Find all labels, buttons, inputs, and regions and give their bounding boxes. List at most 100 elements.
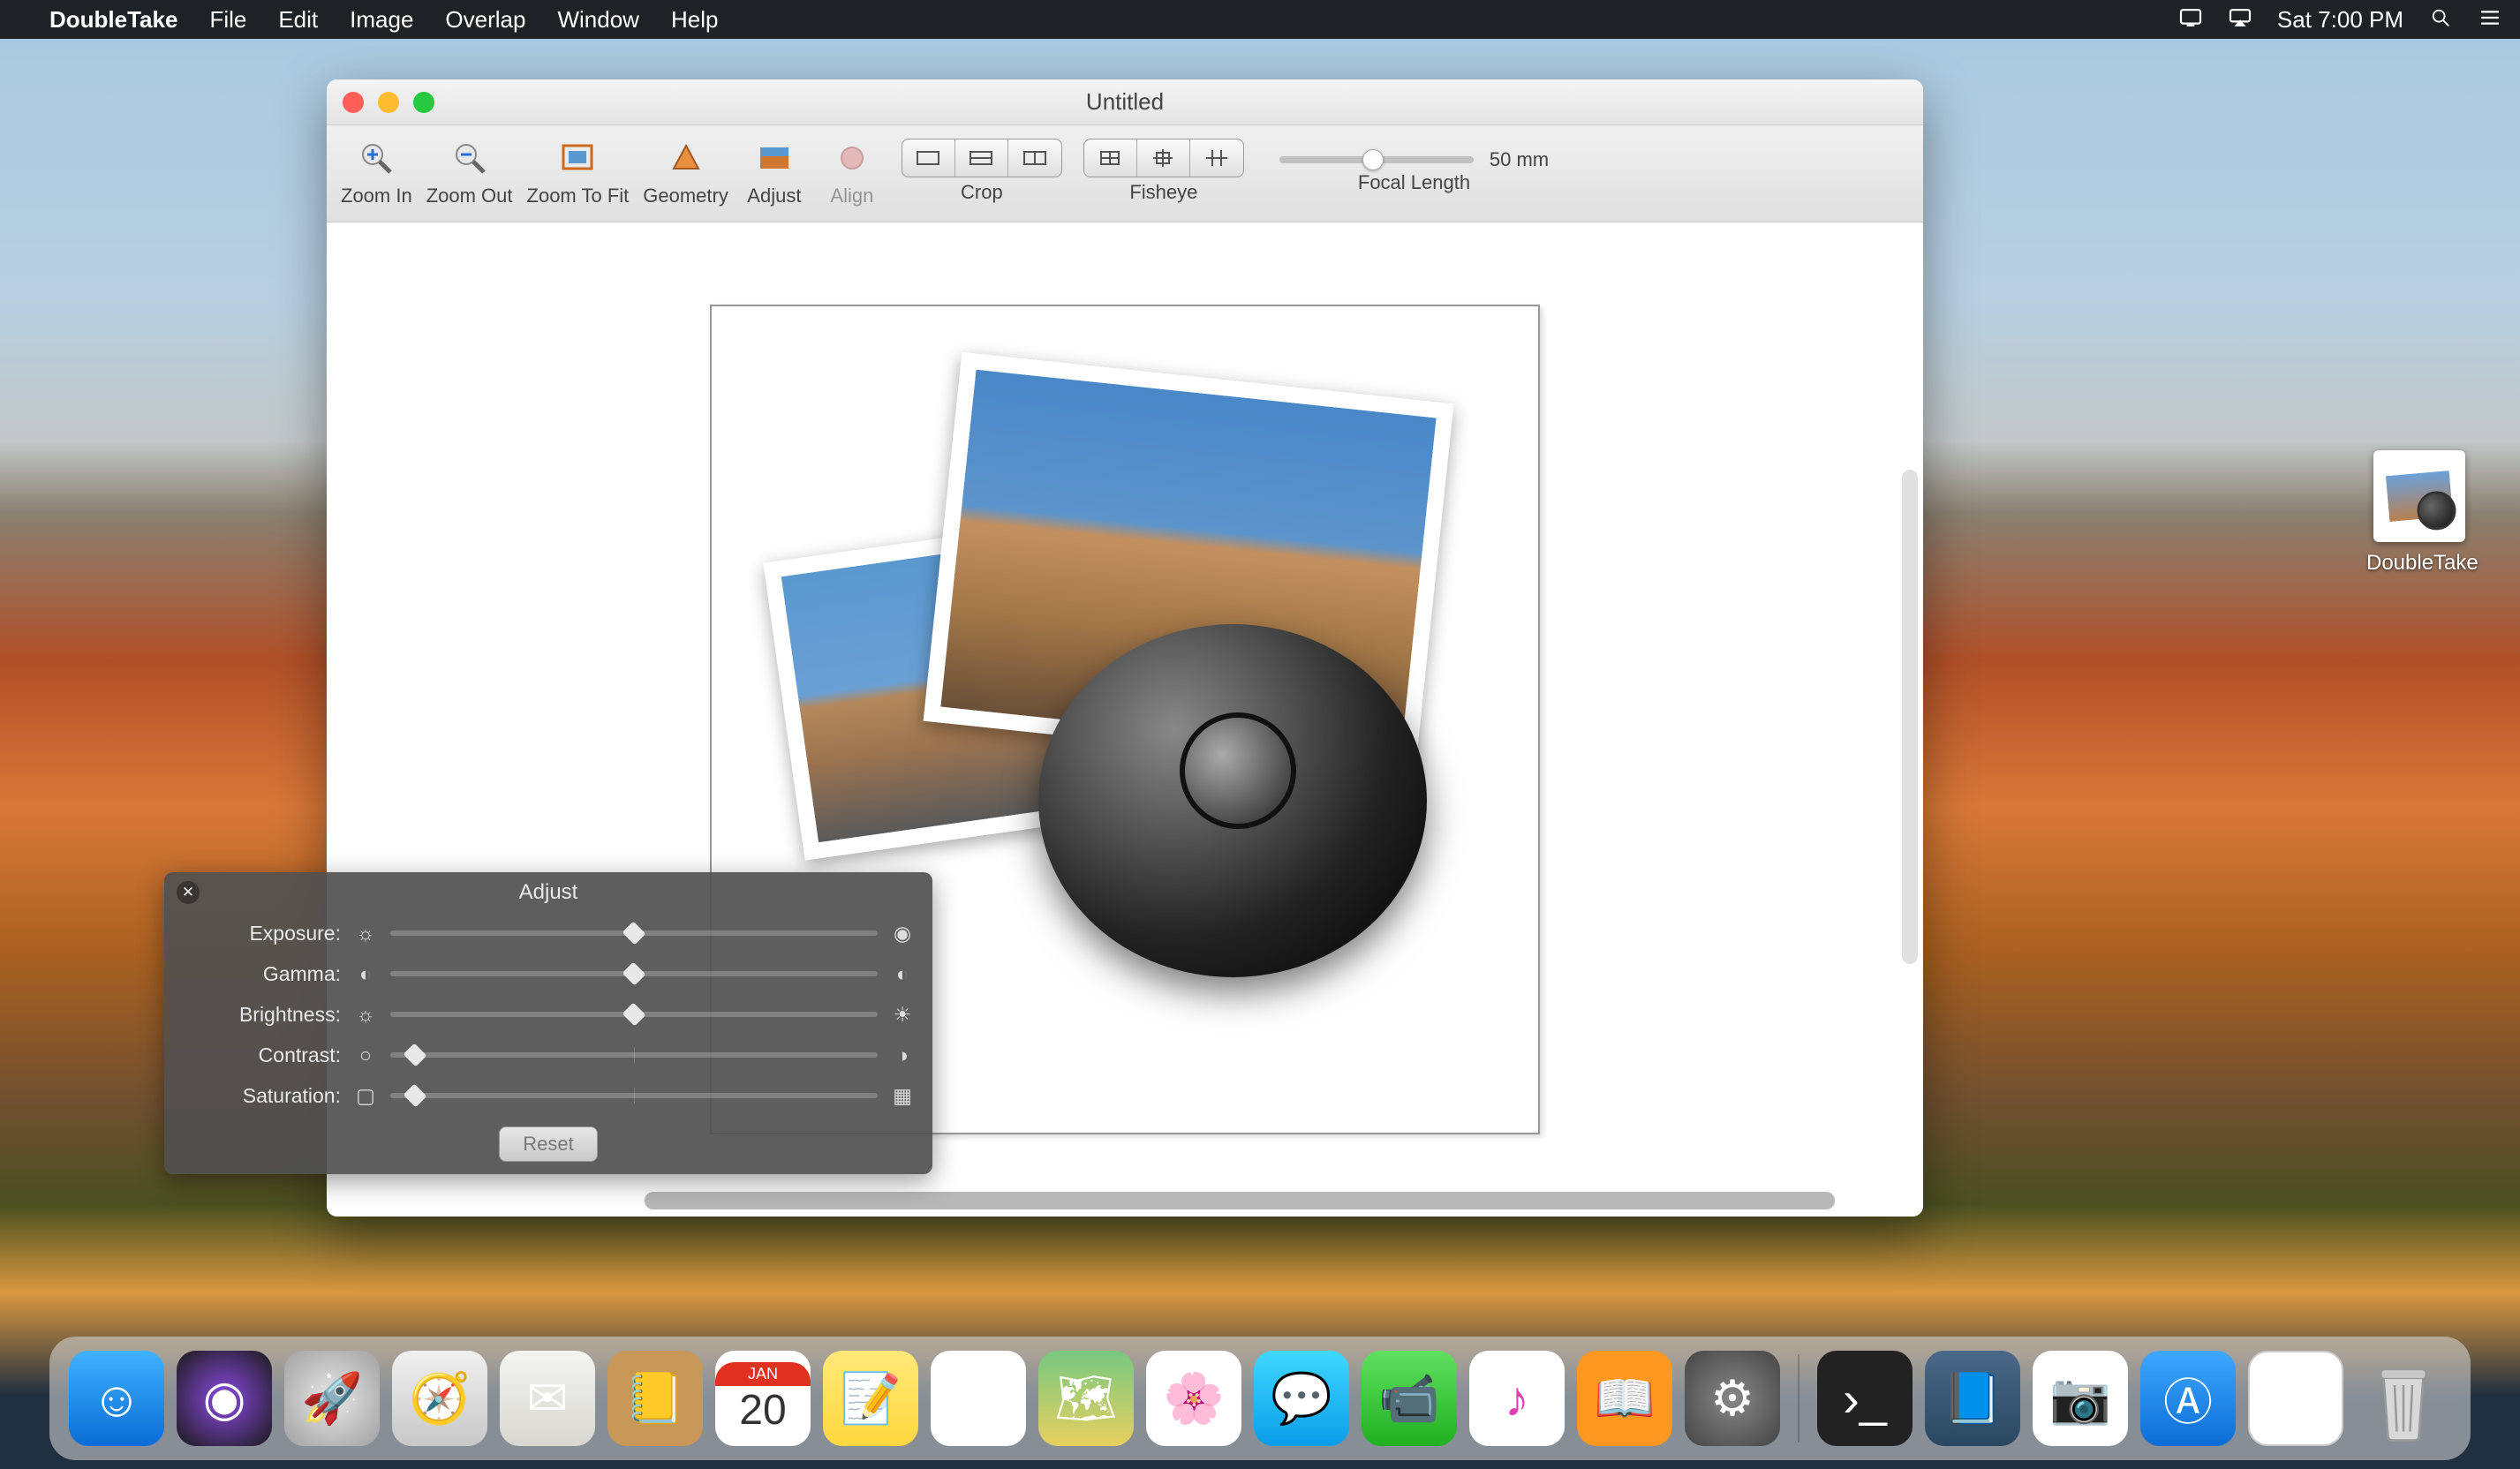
fast-user-switch-icon[interactable]: [2178, 6, 2203, 34]
geometry-button[interactable]: Geometry: [639, 135, 732, 207]
dock-contacts[interactable]: 📒: [607, 1351, 703, 1446]
adjust-panel[interactable]: ✕ Adjust Exposure: ☼ ◉ Gamma: ◐ ◐ Bright…: [164, 872, 932, 1174]
toolbar-label: Crop: [961, 181, 1003, 204]
align-button: Align: [817, 135, 887, 207]
focal-length-control: 50 mm Focal Length: [1279, 148, 1549, 194]
window-zoom-button[interactable]: [413, 92, 434, 113]
adjust-panel-title: Adjust: [519, 880, 578, 905]
menu-file[interactable]: File: [209, 6, 246, 34]
gamma-slider[interactable]: [390, 971, 878, 976]
gamma-row: Gamma: ◐ ◐: [164, 953, 932, 994]
notification-center-icon[interactable]: [2478, 6, 2502, 34]
toolbar-label: Fisheye: [1129, 181, 1197, 204]
saturation-min-icon: ▢: [353, 1084, 378, 1108]
dock-terminal[interactable]: ›_: [1817, 1351, 1913, 1446]
toolbar-label: Zoom Out: [426, 185, 513, 207]
dock-document[interactable]: [2248, 1351, 2343, 1446]
menu-help[interactable]: Help: [671, 6, 718, 34]
fisheye-mode-2[interactable]: [1137, 139, 1190, 177]
dock-safari[interactable]: 🧭: [392, 1351, 487, 1446]
menu-overlap[interactable]: Overlap: [445, 6, 525, 34]
brightness-row: Brightness: ☼ ☀: [164, 994, 932, 1035]
vertical-scrollbar[interactable]: [1902, 470, 1918, 964]
saturation-row: Saturation: ▢ ▦: [164, 1075, 932, 1116]
window-titlebar[interactable]: Untitled: [327, 79, 1923, 125]
contrast-slider[interactable]: [390, 1052, 878, 1058]
calendar-day: 20: [739, 1386, 786, 1435]
crop-group: Crop: [902, 139, 1062, 204]
dock-mail[interactable]: ✉: [500, 1351, 595, 1446]
toolbar-label: Align: [830, 185, 873, 207]
toolbar-label: Zoom In: [341, 185, 412, 207]
dock-calendar[interactable]: JAN20: [715, 1351, 811, 1446]
dock-photos[interactable]: 🌸: [1146, 1351, 1241, 1446]
dock-messages[interactable]: 💬: [1254, 1351, 1349, 1446]
exposure-min-icon: ☼: [353, 922, 378, 945]
window-close-button[interactable]: [343, 92, 364, 113]
dock-maps[interactable]: 🗺: [1038, 1351, 1134, 1446]
exposure-row: Exposure: ☼ ◉: [164, 913, 932, 953]
app-menu[interactable]: DoubleTake: [49, 6, 177, 34]
gamma-max-icon: ◐: [890, 962, 915, 986]
menubar-clock[interactable]: Sat 7:00 PM: [2277, 6, 2403, 34]
dock-settings[interactable]: ⚙: [1685, 1351, 1780, 1446]
gamma-min-icon: ◐: [353, 962, 378, 986]
dock-notes[interactable]: 📝: [823, 1351, 918, 1446]
window-minimize-button[interactable]: [378, 92, 399, 113]
desktop-app-icon[interactable]: DoubleTake: [2366, 450, 2472, 576]
horizontal-scrollbar[interactable]: [645, 1192, 1835, 1209]
airplay-icon[interactable]: [2228, 6, 2252, 34]
zoom-out-icon: [445, 135, 494, 181]
menu-window[interactable]: Window: [557, 6, 638, 34]
contrast-max-icon: ◑: [890, 1043, 915, 1067]
adjust-button[interactable]: Adjust: [739, 135, 810, 207]
dock-itunes[interactable]: ♪: [1469, 1351, 1565, 1446]
crop-mode-3[interactable]: [1008, 139, 1061, 177]
saturation-slider[interactable]: [390, 1093, 878, 1098]
dock-siri[interactable]: ◉: [177, 1351, 272, 1446]
crop-mode-2[interactable]: [955, 139, 1008, 177]
toolbar: Zoom In Zoom Out Zoom To Fit Geometry Ad…: [327, 125, 1923, 222]
zoom-out-button[interactable]: Zoom Out: [423, 135, 517, 207]
reset-button[interactable]: Reset: [499, 1126, 597, 1162]
gamma-label: Gamma:: [182, 962, 341, 986]
dock-ibooks[interactable]: 📖: [1577, 1351, 1672, 1446]
menu-edit[interactable]: Edit: [278, 6, 318, 34]
saturation-label: Saturation:: [182, 1084, 341, 1108]
slider-thumb[interactable]: [1362, 149, 1384, 170]
contrast-min-icon: ○: [353, 1043, 378, 1067]
toolbar-label: Focal Length: [1358, 171, 1470, 194]
close-icon[interactable]: ✕: [177, 881, 200, 904]
dock-dictionary[interactable]: 📘: [1925, 1351, 2020, 1446]
toolbar-label: Adjust: [747, 185, 801, 207]
dock-finder[interactable]: ☺: [69, 1351, 164, 1446]
dock-facetime[interactable]: 📹: [1362, 1351, 1457, 1446]
focal-length-slider[interactable]: [1279, 156, 1474, 163]
adjust-panel-header[interactable]: ✕ Adjust: [164, 872, 932, 913]
saturation-max-icon: ▦: [890, 1084, 915, 1108]
brightness-max-icon: ☀: [890, 1003, 915, 1027]
dock-separator: [1798, 1354, 1799, 1443]
exposure-slider[interactable]: [390, 930, 878, 936]
brightness-min-icon: ☼: [353, 1003, 378, 1027]
zoom-fit-icon: [553, 135, 602, 181]
doubletake-icon: [2373, 450, 2465, 542]
zoom-in-button[interactable]: Zoom In: [337, 135, 416, 207]
focal-length-value: 50 mm: [1490, 148, 1549, 171]
menu-image[interactable]: Image: [350, 6, 413, 34]
fisheye-mode-1[interactable]: [1084, 139, 1137, 177]
dock-reminders[interactable]: ☑: [931, 1351, 1026, 1446]
fisheye-mode-3[interactable]: [1190, 139, 1243, 177]
spotlight-icon[interactable]: [2428, 6, 2453, 34]
crop-mode-1[interactable]: [902, 139, 955, 177]
dock-trash[interactable]: [2356, 1351, 2451, 1446]
desktop-icon-label: DoubleTake: [2366, 551, 2472, 576]
dock-appstore[interactable]: Ⓐ: [2140, 1351, 2236, 1446]
adjust-icon: [750, 135, 799, 181]
brightness-slider[interactable]: [390, 1012, 878, 1017]
toolbar-label: Zoom To Fit: [527, 185, 630, 207]
zoom-fit-button[interactable]: Zoom To Fit: [524, 135, 633, 207]
brightness-label: Brightness:: [182, 1003, 341, 1027]
dock-doubletake[interactable]: 📷: [2033, 1351, 2128, 1446]
dock-launchpad[interactable]: 🚀: [284, 1351, 380, 1446]
